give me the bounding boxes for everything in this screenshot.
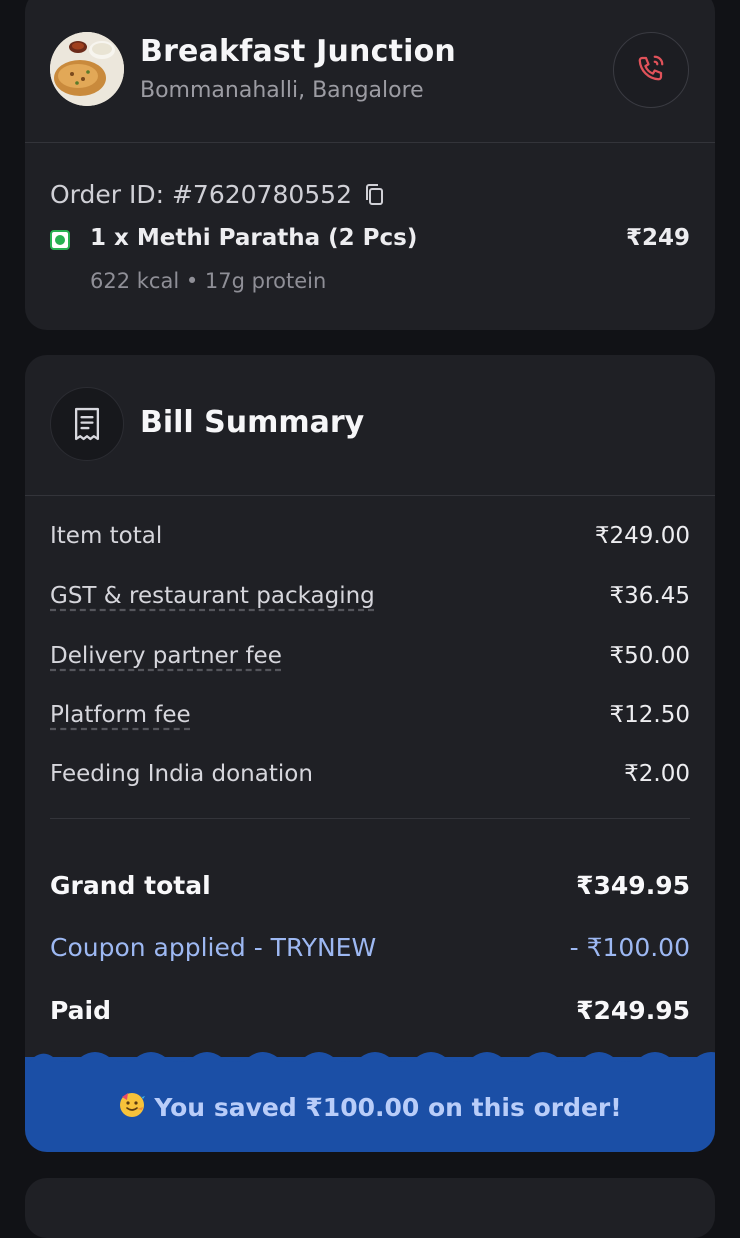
savings-message: You saved ₹100.00 on this order! [25, 1091, 715, 1125]
phone-call-icon [636, 53, 666, 87]
order-id: Order ID: #7620780552 [50, 180, 352, 209]
bill-row-value: ₹50.00 [609, 643, 690, 669]
coupon-row: Coupon applied - TRYNEW - ₹100.00 [50, 933, 690, 962]
bill-row-label: Feeding India donation [50, 761, 313, 787]
next-card [25, 1178, 715, 1238]
veg-indicator-icon [50, 230, 70, 250]
bill-row-delivery-fee[interactable]: Delivery partner fee ₹50.00 [50, 643, 690, 669]
divider [25, 142, 715, 143]
bill-row-platform-fee[interactable]: Platform fee ₹12.50 [50, 702, 690, 728]
bill-row-donation: Feeding India donation ₹2.00 [50, 761, 690, 787]
bill-row-value: ₹36.45 [609, 583, 690, 609]
wave-decoration [25, 1052, 715, 1067]
bill-row-item-total: Item total ₹249.00 [50, 523, 690, 549]
restaurant-location: Bommanahalli, Bangalore [140, 78, 424, 103]
grand-total-label: Grand total [50, 871, 211, 900]
divider [25, 495, 715, 496]
restaurant-card: Breakfast Junction Bommanahalli, Bangalo… [25, 0, 715, 330]
order-id-row: Order ID: #7620780552 [50, 180, 386, 209]
bill-row-label: Delivery partner fee [50, 643, 282, 669]
grand-total-row: Grand total ₹349.95 [50, 871, 690, 900]
bill-row-label: GST & restaurant packaging [50, 583, 375, 609]
order-item-price: ₹249 [625, 225, 690, 251]
restaurant-avatar [50, 32, 124, 106]
copy-icon[interactable] [362, 182, 386, 208]
bill-row-value: ₹2.00 [624, 761, 690, 787]
call-button[interactable] [613, 32, 689, 108]
grand-total-value: ₹349.95 [576, 871, 690, 900]
party-emoji-icon [118, 1091, 146, 1125]
bill-row-label: Item total [50, 523, 163, 549]
order-item-name: 1 x Methi Paratha (2 Pcs) [90, 225, 418, 251]
bill-summary-card: Bill Summary Item total ₹249.00 GST & re… [25, 355, 715, 1152]
divider [50, 818, 690, 819]
bill-row-value: ₹12.50 [609, 702, 690, 728]
order-item-nutrition: 622 kcal • 17g protein [90, 269, 327, 293]
paid-row: Paid ₹249.95 [50, 996, 690, 1025]
savings-banner: You saved ₹100.00 on this order! [25, 1052, 715, 1152]
paid-value: ₹249.95 [576, 996, 690, 1025]
restaurant-name: Breakfast Junction [140, 34, 456, 69]
coupon-label: Coupon applied - TRYNEW [50, 933, 377, 962]
bill-row-label: Platform fee [50, 702, 191, 728]
coupon-value: - ₹100.00 [569, 933, 690, 962]
bill-row-value: ₹249.00 [594, 523, 690, 549]
savings-text: You saved ₹100.00 on this order! [154, 1093, 622, 1122]
receipt-icon [50, 387, 124, 461]
bill-summary-title: Bill Summary [140, 405, 365, 440]
paid-label: Paid [50, 996, 111, 1025]
bill-row-gst[interactable]: GST & restaurant packaging ₹36.45 [50, 583, 690, 609]
